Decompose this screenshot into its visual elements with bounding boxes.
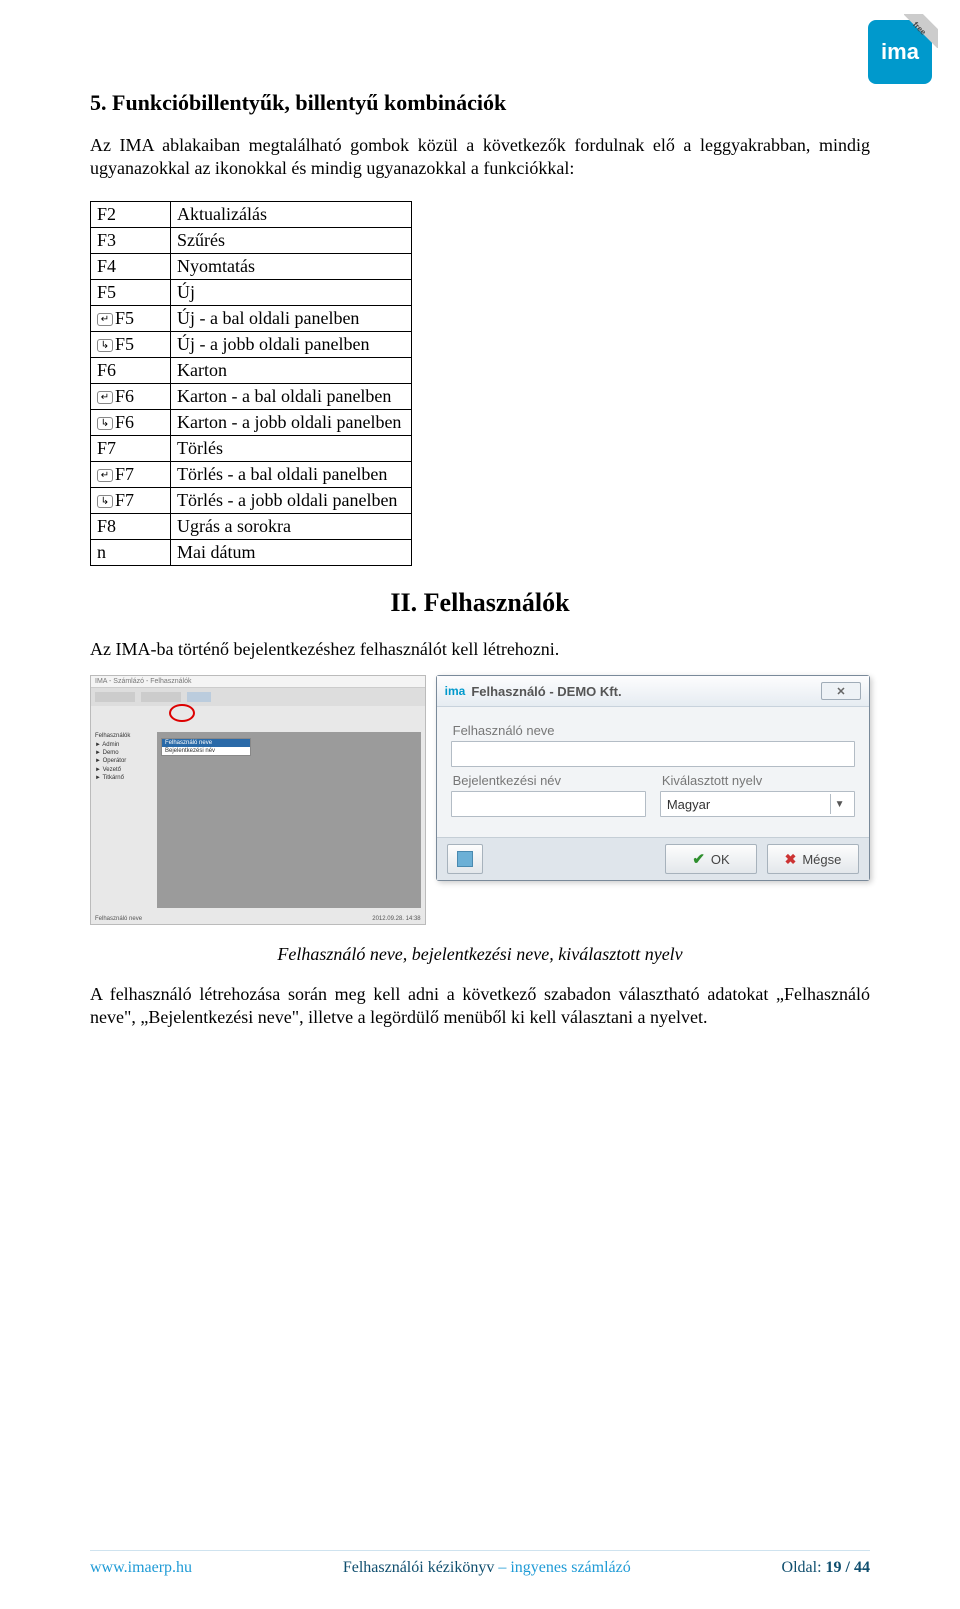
ima-logo-badge: ima free <box>868 20 932 84</box>
intro-paragraph: Az IMA ablakaiban megtalálható gombok kö… <box>90 134 870 181</box>
key-function: Aktualizálás <box>171 201 412 227</box>
ok-label: OK <box>711 852 730 867</box>
key-function: Törlés <box>171 435 412 461</box>
key-name: F8 <box>97 516 116 536</box>
table-row: ↳F6 Karton - a jobb oldali panelben <box>91 409 412 435</box>
key-name: n <box>97 542 106 562</box>
login-label: Bejelentkezési név <box>453 773 646 788</box>
table-row: ↵F7 Törlés - a bal oldali panelben <box>91 461 412 487</box>
footer-page: Oldal: 19 / 44 <box>782 1559 870 1577</box>
table-row: F6 Karton <box>91 357 412 383</box>
name-input[interactable] <box>451 741 855 767</box>
direction-glyph-icon: ↳ <box>97 417 113 430</box>
chevron-down-icon: ▼ <box>830 794 848 814</box>
table-row: ↵F5 Új - a bal oldali panelben <box>91 305 412 331</box>
close-button[interactable]: ✕ <box>821 682 861 700</box>
closing-paragraph: A felhasználó létrehozása során meg kell… <box>90 983 870 1030</box>
key-function: Új - a jobb oldali panelben <box>171 331 412 357</box>
key-function: Új <box>171 279 412 305</box>
table-row: ↵F6 Karton - a bal oldali panelben <box>91 383 412 409</box>
key-name: F7 <box>97 438 116 458</box>
footer-url: www.imaerp.hu <box>90 1559 192 1577</box>
table-row: ↳F5 Új - a jobb oldali panelben <box>91 331 412 357</box>
chapter-intro: Az IMA-ba történő bejelentkezéshez felha… <box>90 638 870 661</box>
key-function: Törlés - a bal oldali panelben <box>171 461 412 487</box>
table-row: F3 Szűrés <box>91 227 412 253</box>
direction-glyph-icon: ↵ <box>97 469 113 482</box>
cancel-button[interactable]: ✖ Mégse <box>767 844 859 874</box>
key-function: Törlés - a jobb oldali panelben <box>171 487 412 513</box>
lang-value: Magyar <box>667 797 710 812</box>
key-function: Új - a bal oldali panelben <box>171 305 412 331</box>
shortcut-table: F2AktualizálásF3SzűrésF4NyomtatásF5Új↵F5… <box>90 201 412 566</box>
close-icon: ✕ <box>836 685 845 698</box>
key-name: F6 <box>97 360 116 380</box>
login-input[interactable] <box>451 791 646 817</box>
key-function: Mai dátum <box>171 539 412 565</box>
key-function: Karton - a jobb oldali panelben <box>171 409 412 435</box>
key-name: F4 <box>97 256 116 276</box>
key-name: F3 <box>97 230 116 250</box>
page-footer: www.imaerp.hu Felhasználói kézikönyv – i… <box>90 1550 870 1577</box>
key-function: Karton - a bal oldali panelben <box>171 383 412 409</box>
disk-icon <box>457 851 473 867</box>
key-name: F6 <box>115 386 134 406</box>
section-heading: 5. Funkcióbillentyűk, billentyű kombinác… <box>90 90 870 116</box>
chapter-heading: II. Felhasználók <box>90 588 870 618</box>
key-function: Ugrás a sorokra <box>171 513 412 539</box>
lang-select[interactable]: Magyar ▼ <box>660 791 855 817</box>
key-function: Nyomtatás <box>171 253 412 279</box>
table-row: F4 Nyomtatás <box>91 253 412 279</box>
user-dialog: ima Felhasználó - DEMO Kft. ✕ Felhasznál… <box>436 675 870 881</box>
thumb-titlebar: IMA - Számlázó - Felhasználók <box>91 676 425 688</box>
direction-glyph-icon: ↳ <box>97 495 113 508</box>
direction-glyph-icon: ↵ <box>97 313 113 326</box>
key-name: F7 <box>115 490 134 510</box>
dialog-titlebar: ima Felhasználó - DEMO Kft. ✕ <box>437 676 869 707</box>
key-function: Karton <box>171 357 412 383</box>
key-name: F6 <box>115 412 134 432</box>
cancel-label: Mégse <box>802 852 841 867</box>
key-name: F5 <box>97 282 116 302</box>
key-name: F5 <box>115 334 134 354</box>
table-row: F5 Új <box>91 279 412 305</box>
table-row: F7 Törlés <box>91 435 412 461</box>
key-function: Szűrés <box>171 227 412 253</box>
table-row: ↳F7 Törlés - a jobb oldali panelben <box>91 487 412 513</box>
lang-label: Kiválasztott nyelv <box>662 773 855 788</box>
figure-caption: Felhasználó neve, bejelentkezési neve, k… <box>90 943 870 966</box>
key-name: F2 <box>97 204 116 224</box>
check-icon: ✔ <box>692 850 705 868</box>
key-name: F7 <box>115 464 134 484</box>
table-row: F8 Ugrás a sorokra <box>91 513 412 539</box>
extra-button[interactable] <box>447 844 483 874</box>
direction-glyph-icon: ↳ <box>97 339 113 352</box>
ima-small-logo: ima <box>445 684 466 698</box>
footer-title: Felhasználói kézikönyv – ingyenes számlá… <box>343 1559 631 1577</box>
table-row: F2 Aktualizálás <box>91 201 412 227</box>
cross-icon: ✖ <box>785 851 797 868</box>
name-label: Felhasználó neve <box>453 723 855 738</box>
ok-button[interactable]: ✔ OK <box>665 844 757 874</box>
table-row: n Mai dátum <box>91 539 412 565</box>
direction-glyph-icon: ↵ <box>97 391 113 404</box>
free-ribbon: free <box>904 14 938 48</box>
highlight-circle <box>169 704 195 722</box>
dialog-title: Felhasználó - DEMO Kft. <box>471 684 621 699</box>
key-name: F5 <box>115 308 134 328</box>
screenshot-thumbnail: IMA - Számlázó - Felhasználók Felhasznál… <box>90 675 426 925</box>
